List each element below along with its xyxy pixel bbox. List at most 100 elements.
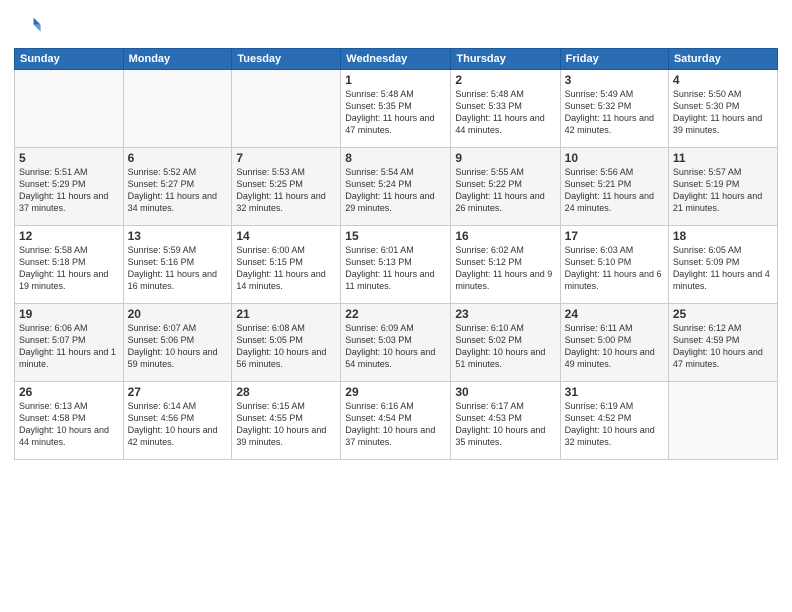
calendar-cell	[232, 70, 341, 148]
weekday-header-row: SundayMondayTuesdayWednesdayThursdayFrid…	[15, 49, 778, 70]
calendar-cell	[668, 382, 777, 460]
calendar-cell: 10Sunrise: 5:56 AM Sunset: 5:21 PM Dayli…	[560, 148, 668, 226]
day-info: Sunrise: 6:11 AM Sunset: 5:00 PM Dayligh…	[565, 322, 664, 371]
calendar-week-4: 19Sunrise: 6:06 AM Sunset: 5:07 PM Dayli…	[15, 304, 778, 382]
day-number: 1	[345, 73, 446, 87]
calendar-cell: 1Sunrise: 5:48 AM Sunset: 5:35 PM Daylig…	[341, 70, 451, 148]
calendar-cell	[123, 70, 232, 148]
day-number: 28	[236, 385, 336, 399]
day-info: Sunrise: 6:01 AM Sunset: 5:13 PM Dayligh…	[345, 244, 446, 293]
weekday-header-wednesday: Wednesday	[341, 49, 451, 70]
day-info: Sunrise: 5:59 AM Sunset: 5:16 PM Dayligh…	[128, 244, 228, 293]
day-number: 31	[565, 385, 664, 399]
day-info: Sunrise: 6:13 AM Sunset: 4:58 PM Dayligh…	[19, 400, 119, 449]
calendar-cell: 8Sunrise: 5:54 AM Sunset: 5:24 PM Daylig…	[341, 148, 451, 226]
day-number: 26	[19, 385, 119, 399]
weekday-header-tuesday: Tuesday	[232, 49, 341, 70]
day-info: Sunrise: 5:55 AM Sunset: 5:22 PM Dayligh…	[455, 166, 555, 215]
main-container: SundayMondayTuesdayWednesdayThursdayFrid…	[0, 0, 792, 612]
logo-icon	[14, 12, 42, 40]
day-info: Sunrise: 6:10 AM Sunset: 5:02 PM Dayligh…	[455, 322, 555, 371]
calendar-week-3: 12Sunrise: 5:58 AM Sunset: 5:18 PM Dayli…	[15, 226, 778, 304]
weekday-header-monday: Monday	[123, 49, 232, 70]
weekday-header-sunday: Sunday	[15, 49, 124, 70]
day-number: 13	[128, 229, 228, 243]
day-number: 27	[128, 385, 228, 399]
day-info: Sunrise: 5:50 AM Sunset: 5:30 PM Dayligh…	[673, 88, 773, 137]
calendar-cell: 25Sunrise: 6:12 AM Sunset: 4:59 PM Dayli…	[668, 304, 777, 382]
day-number: 24	[565, 307, 664, 321]
calendar-cell: 23Sunrise: 6:10 AM Sunset: 5:02 PM Dayli…	[451, 304, 560, 382]
calendar-cell: 21Sunrise: 6:08 AM Sunset: 5:05 PM Dayli…	[232, 304, 341, 382]
calendar-cell: 27Sunrise: 6:14 AM Sunset: 4:56 PM Dayli…	[123, 382, 232, 460]
day-number: 23	[455, 307, 555, 321]
calendar-cell: 24Sunrise: 6:11 AM Sunset: 5:00 PM Dayli…	[560, 304, 668, 382]
calendar-cell: 15Sunrise: 6:01 AM Sunset: 5:13 PM Dayli…	[341, 226, 451, 304]
day-number: 4	[673, 73, 773, 87]
calendar-cell: 3Sunrise: 5:49 AM Sunset: 5:32 PM Daylig…	[560, 70, 668, 148]
day-info: Sunrise: 5:56 AM Sunset: 5:21 PM Dayligh…	[565, 166, 664, 215]
day-info: Sunrise: 6:09 AM Sunset: 5:03 PM Dayligh…	[345, 322, 446, 371]
day-number: 15	[345, 229, 446, 243]
calendar-week-5: 26Sunrise: 6:13 AM Sunset: 4:58 PM Dayli…	[15, 382, 778, 460]
day-info: Sunrise: 6:14 AM Sunset: 4:56 PM Dayligh…	[128, 400, 228, 449]
day-number: 5	[19, 151, 119, 165]
day-info: Sunrise: 6:12 AM Sunset: 4:59 PM Dayligh…	[673, 322, 773, 371]
day-number: 10	[565, 151, 664, 165]
day-info: Sunrise: 5:53 AM Sunset: 5:25 PM Dayligh…	[236, 166, 336, 215]
day-info: Sunrise: 6:17 AM Sunset: 4:53 PM Dayligh…	[455, 400, 555, 449]
day-number: 29	[345, 385, 446, 399]
day-number: 22	[345, 307, 446, 321]
day-info: Sunrise: 6:16 AM Sunset: 4:54 PM Dayligh…	[345, 400, 446, 449]
weekday-header-saturday: Saturday	[668, 49, 777, 70]
calendar-cell: 20Sunrise: 6:07 AM Sunset: 5:06 PM Dayli…	[123, 304, 232, 382]
day-info: Sunrise: 6:08 AM Sunset: 5:05 PM Dayligh…	[236, 322, 336, 371]
calendar-cell: 18Sunrise: 6:05 AM Sunset: 5:09 PM Dayli…	[668, 226, 777, 304]
calendar-cell: 7Sunrise: 5:53 AM Sunset: 5:25 PM Daylig…	[232, 148, 341, 226]
day-info: Sunrise: 6:05 AM Sunset: 5:09 PM Dayligh…	[673, 244, 773, 293]
logo	[14, 12, 46, 40]
calendar-table: SundayMondayTuesdayWednesdayThursdayFrid…	[14, 48, 778, 460]
day-info: Sunrise: 6:06 AM Sunset: 5:07 PM Dayligh…	[19, 322, 119, 371]
day-number: 21	[236, 307, 336, 321]
weekday-header-friday: Friday	[560, 49, 668, 70]
calendar-cell: 17Sunrise: 6:03 AM Sunset: 5:10 PM Dayli…	[560, 226, 668, 304]
day-info: Sunrise: 6:07 AM Sunset: 5:06 PM Dayligh…	[128, 322, 228, 371]
calendar-cell: 28Sunrise: 6:15 AM Sunset: 4:55 PM Dayli…	[232, 382, 341, 460]
calendar-cell: 16Sunrise: 6:02 AM Sunset: 5:12 PM Dayli…	[451, 226, 560, 304]
day-number: 9	[455, 151, 555, 165]
calendar-week-1: 1Sunrise: 5:48 AM Sunset: 5:35 PM Daylig…	[15, 70, 778, 148]
day-number: 11	[673, 151, 773, 165]
day-number: 30	[455, 385, 555, 399]
day-info: Sunrise: 6:02 AM Sunset: 5:12 PM Dayligh…	[455, 244, 555, 293]
calendar-cell: 30Sunrise: 6:17 AM Sunset: 4:53 PM Dayli…	[451, 382, 560, 460]
calendar-cell: 2Sunrise: 5:48 AM Sunset: 5:33 PM Daylig…	[451, 70, 560, 148]
day-info: Sunrise: 5:54 AM Sunset: 5:24 PM Dayligh…	[345, 166, 446, 215]
day-number: 14	[236, 229, 336, 243]
calendar-cell: 29Sunrise: 6:16 AM Sunset: 4:54 PM Dayli…	[341, 382, 451, 460]
calendar-cell	[15, 70, 124, 148]
calendar-cell: 5Sunrise: 5:51 AM Sunset: 5:29 PM Daylig…	[15, 148, 124, 226]
day-info: Sunrise: 6:03 AM Sunset: 5:10 PM Dayligh…	[565, 244, 664, 293]
calendar-cell: 19Sunrise: 6:06 AM Sunset: 5:07 PM Dayli…	[15, 304, 124, 382]
calendar-cell: 13Sunrise: 5:59 AM Sunset: 5:16 PM Dayli…	[123, 226, 232, 304]
day-number: 17	[565, 229, 664, 243]
calendar-cell: 14Sunrise: 6:00 AM Sunset: 5:15 PM Dayli…	[232, 226, 341, 304]
calendar-cell: 4Sunrise: 5:50 AM Sunset: 5:30 PM Daylig…	[668, 70, 777, 148]
day-number: 3	[565, 73, 664, 87]
day-number: 18	[673, 229, 773, 243]
day-info: Sunrise: 5:48 AM Sunset: 5:33 PM Dayligh…	[455, 88, 555, 137]
day-info: Sunrise: 5:48 AM Sunset: 5:35 PM Dayligh…	[345, 88, 446, 137]
day-info: Sunrise: 5:52 AM Sunset: 5:27 PM Dayligh…	[128, 166, 228, 215]
day-info: Sunrise: 6:19 AM Sunset: 4:52 PM Dayligh…	[565, 400, 664, 449]
day-number: 2	[455, 73, 555, 87]
day-number: 25	[673, 307, 773, 321]
weekday-header-thursday: Thursday	[451, 49, 560, 70]
day-info: Sunrise: 6:15 AM Sunset: 4:55 PM Dayligh…	[236, 400, 336, 449]
calendar-week-2: 5Sunrise: 5:51 AM Sunset: 5:29 PM Daylig…	[15, 148, 778, 226]
day-number: 7	[236, 151, 336, 165]
day-info: Sunrise: 5:58 AM Sunset: 5:18 PM Dayligh…	[19, 244, 119, 293]
calendar-cell: 6Sunrise: 5:52 AM Sunset: 5:27 PM Daylig…	[123, 148, 232, 226]
day-number: 16	[455, 229, 555, 243]
day-info: Sunrise: 5:57 AM Sunset: 5:19 PM Dayligh…	[673, 166, 773, 215]
